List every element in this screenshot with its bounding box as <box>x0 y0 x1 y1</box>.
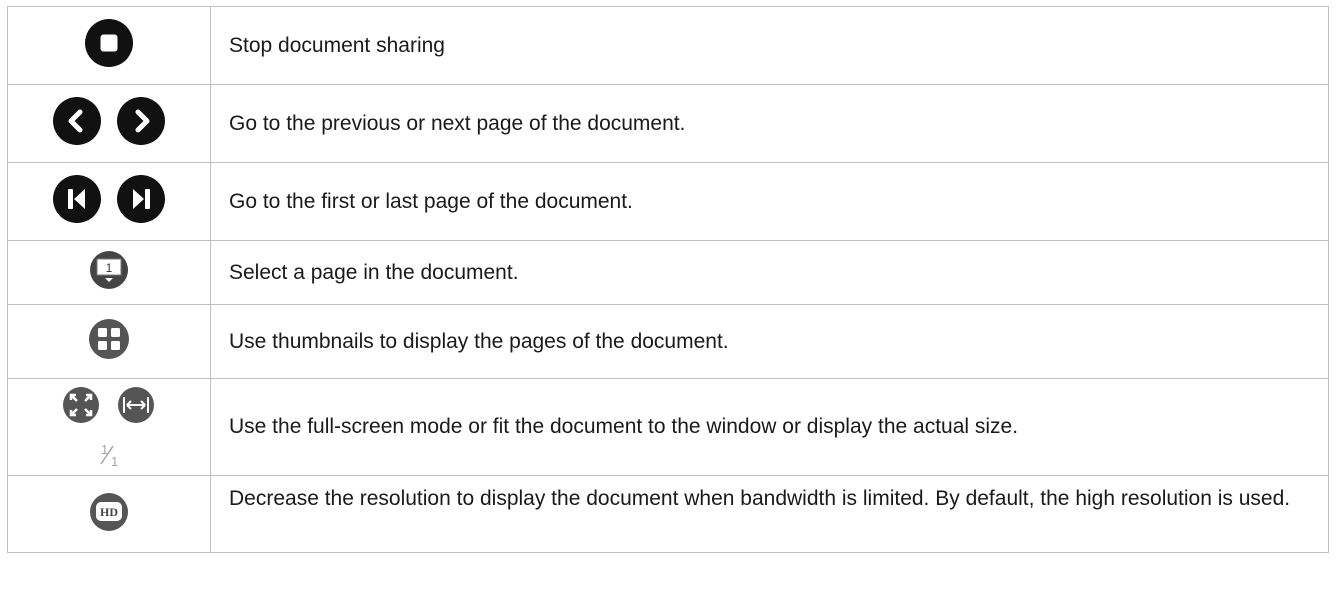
skip-to-first-icon <box>52 174 102 224</box>
row-description: Select a page in the document. <box>210 240 1329 305</box>
icon-cell: 1 <box>7 240 211 305</box>
svg-text:1: 1 <box>111 454 118 469</box>
icon-cell: HD <box>7 475 211 553</box>
row-description: Go to the first or last page of the docu… <box>210 162 1329 241</box>
icon-cell <box>7 304 211 379</box>
table-row: Use thumbnails to display the pages of t… <box>7 304 1329 379</box>
table-row: Stop document sharing <box>7 6 1329 85</box>
icon-cell <box>7 84 211 163</box>
fit-width-icon <box>116 386 156 424</box>
icon-cell <box>7 162 211 241</box>
table-row: 1 Select a page in the document. <box>7 240 1329 305</box>
row-description: Decrease the resolution to display the d… <box>210 475 1329 553</box>
row-description: Stop document sharing <box>210 6 1329 85</box>
row-description: Use the full-screen mode or fit the docu… <box>210 378 1329 476</box>
hd-label: HD <box>100 505 118 519</box>
page-select-icon: 1 <box>89 250 129 290</box>
skip-to-last-icon <box>116 174 166 224</box>
row-description: Go to the previous or next page of the d… <box>210 84 1329 163</box>
table-row: 1 1 Use the full-screen mode or fit the … <box>7 378 1329 476</box>
fullscreen-icon <box>62 386 100 424</box>
hd-icon: HD <box>89 492 129 532</box>
page-number-label: 1 <box>106 261 113 275</box>
chevron-left-icon <box>52 96 102 146</box>
row-description: Use thumbnails to display the pages of t… <box>210 304 1329 379</box>
stop-icon <box>84 18 134 68</box>
actual-size-icon: 1 1 <box>89 441 129 469</box>
table-row: Go to the previous or next page of the d… <box>7 84 1329 163</box>
icon-legend-table: Stop document sharing Go to the previous… <box>7 6 1329 553</box>
table-row: Go to the first or last page of the docu… <box>7 162 1329 241</box>
thumbnails-grid-icon <box>88 318 130 360</box>
icon-cell: 1 1 <box>7 378 211 476</box>
table-row: HD Decrease the resolution to display th… <box>7 475 1329 553</box>
chevron-right-icon <box>116 96 166 146</box>
icon-cell <box>7 6 211 85</box>
